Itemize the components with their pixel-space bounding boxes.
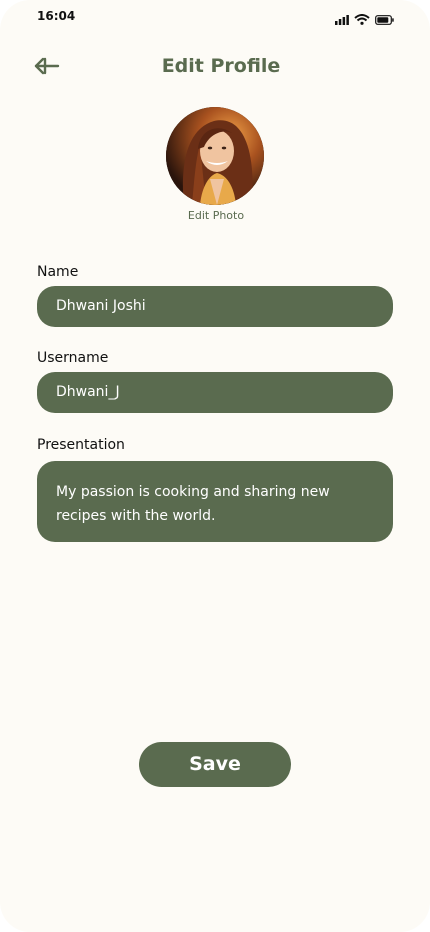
header: Edit Profile: [0, 48, 430, 88]
wifi-icon: [354, 10, 370, 29]
presentation-field[interactable]: My passion is cooking and sharing new re…: [37, 461, 393, 542]
edit-photo-link[interactable]: Edit Photo: [0, 209, 430, 222]
cellular-signal-icon: [335, 10, 349, 29]
status-icons: [335, 10, 394, 29]
battery-icon: [375, 10, 394, 29]
phone-screen: 16:04 Edit Profile Edit Photo Name Dhwan…: [0, 0, 430, 932]
status-time: 16:04: [37, 9, 76, 23]
page-title: Edit Profile: [161, 55, 281, 77]
presentation-label: Presentation: [37, 437, 125, 453]
status-bar: 16:04: [0, 0, 430, 36]
username-label: Username: [37, 350, 109, 366]
name-label: Name: [37, 264, 79, 280]
username-field[interactable]: Dhwani_J: [37, 372, 393, 413]
save-button[interactable]: Save: [139, 742, 291, 787]
avatar[interactable]: [166, 107, 264, 205]
name-field[interactable]: Dhwani Joshi: [37, 286, 393, 327]
